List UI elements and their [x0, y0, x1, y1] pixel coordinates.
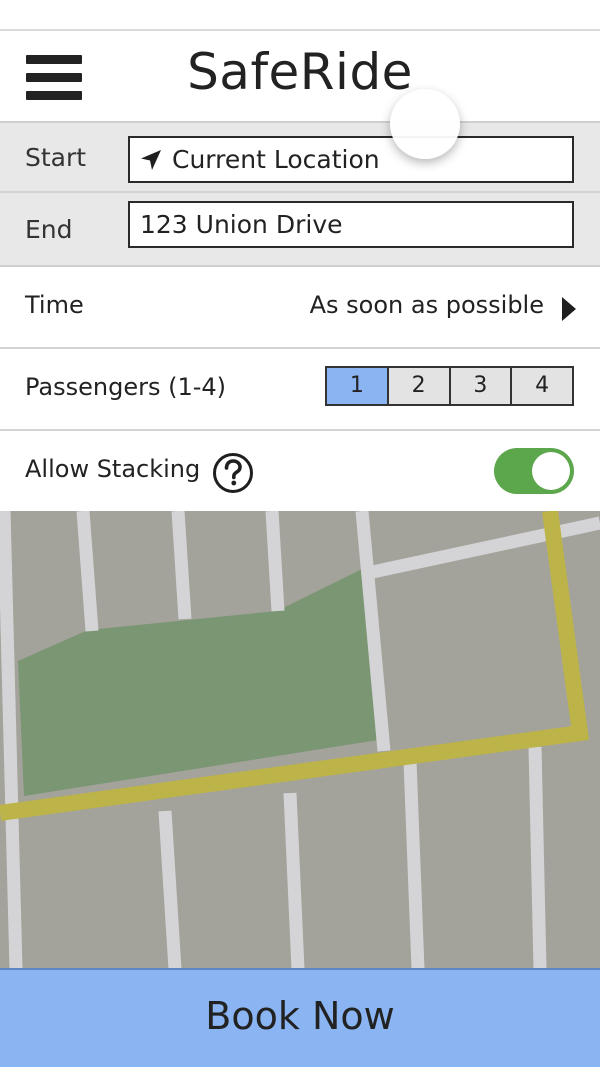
app-title: SafeRide	[187, 43, 413, 101]
street	[76, 511, 99, 632]
passenger-option-1[interactable]: 1	[327, 368, 387, 404]
route-panel: Start Current Location End 123 Union Dri…	[0, 123, 600, 267]
passengers-label: Passengers (1-4)	[25, 373, 227, 401]
end-location-input[interactable]: 123 Union Drive	[128, 201, 574, 248]
street	[171, 511, 192, 620]
passenger-option-2[interactable]: 2	[386, 368, 449, 404]
start-row: Start Current Location	[0, 123, 600, 193]
end-row: End 123 Union Drive	[0, 195, 600, 265]
stacking-label: Allow Stacking	[25, 455, 201, 483]
passenger-option-4[interactable]: 4	[510, 368, 572, 404]
top-margin	[0, 0, 600, 29]
book-now-button[interactable]: Book Now	[0, 968, 600, 1067]
street	[528, 746, 547, 969]
end-label: End	[25, 215, 73, 244]
time-label: Time	[25, 291, 84, 319]
passenger-count-selector: 1 2 3 4	[325, 366, 574, 406]
passengers-row: Passengers (1-4) 1 2 3 4	[0, 349, 600, 431]
passenger-option-3[interactable]: 3	[448, 368, 511, 404]
time-value[interactable]: As soon as possible	[310, 291, 544, 319]
stacking-row: Allow Stacking	[0, 431, 600, 511]
app-header: SafeRide	[0, 29, 600, 123]
toggle-knob	[532, 452, 570, 490]
start-label: Start	[25, 143, 87, 172]
chevron-right-icon[interactable]	[560, 295, 578, 323]
location-arrow-icon	[141, 150, 161, 170]
route-map[interactable]	[0, 511, 600, 969]
question-circle-icon[interactable]	[212, 452, 254, 494]
street	[265, 511, 285, 612]
start-location-input[interactable]: Current Location	[128, 136, 574, 183]
stacking-toggle[interactable]	[494, 448, 574, 494]
street	[403, 760, 425, 969]
street	[283, 792, 305, 969]
saferide-app: SafeRide Start Current Location End 123 …	[0, 0, 600, 1067]
time-row[interactable]: Time As soon as possible	[0, 267, 600, 349]
touch-indicator	[390, 89, 460, 159]
